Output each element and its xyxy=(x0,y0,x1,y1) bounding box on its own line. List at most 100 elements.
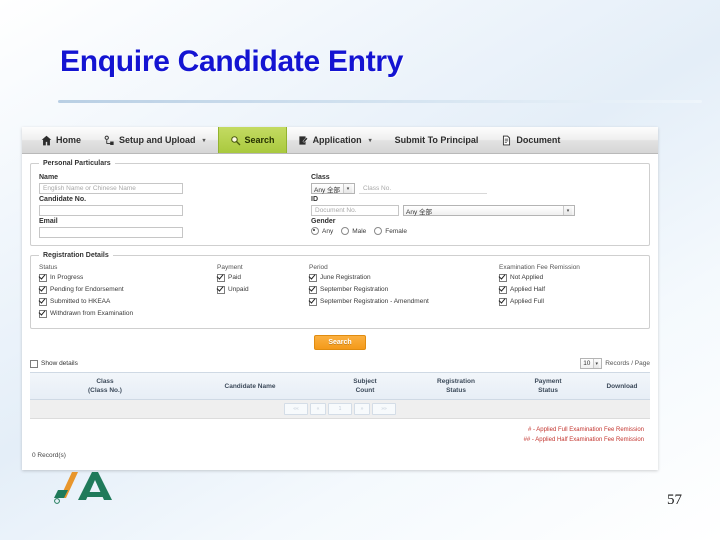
exam-fee-remission-group: Examination Fee Remission Not Applied Ap… xyxy=(499,264,641,321)
records-per-page-value: 10 xyxy=(583,360,591,367)
column-header-payment-main: Payment xyxy=(534,378,562,385)
gender-label-male: Male xyxy=(352,227,367,235)
label-applied-full: Applied Full xyxy=(510,298,544,305)
checkbox-row-unpaid[interactable]: Unpaid xyxy=(217,285,309,295)
checkbox-row-paid[interactable]: Paid xyxy=(217,273,309,283)
personal-particulars-right-column: Class Any 全部 ▾ Class No. ID Document No. xyxy=(311,172,641,238)
document-no-input[interactable]: Document No. xyxy=(311,205,399,216)
label-september-registration: September Registration xyxy=(320,286,389,293)
checkbox-pending-for-endorsement[interactable] xyxy=(39,286,47,294)
nav-item-document[interactable]: Document xyxy=(490,127,572,153)
checkbox-row-september-registration-amendment[interactable]: September Registration - Amendment xyxy=(309,297,499,307)
checkbox-applied-half[interactable] xyxy=(499,286,507,294)
checkbox-applied-full[interactable] xyxy=(499,298,507,306)
pagination-bar: «« « 1 » »» xyxy=(30,400,650,419)
nav-label-home: Home xyxy=(56,135,82,145)
column-header-payment-status[interactable]: Payment Status xyxy=(502,377,594,395)
records-per-page-select[interactable]: 10 ▾ xyxy=(580,358,603,369)
name-label: Name xyxy=(39,174,59,181)
show-details-checkbox[interactable] xyxy=(30,359,38,368)
checkbox-september-registration[interactable] xyxy=(309,286,317,294)
chevron-down-icon-records-per-page: ▾ xyxy=(593,359,600,368)
name-input[interactable]: English Name or Chinese Name xyxy=(39,183,183,194)
status-group: Status In Progress Pending for Endorseme… xyxy=(39,264,217,321)
checkbox-not-applied[interactable] xyxy=(499,274,507,282)
chevron-down-icon-application: ▾ xyxy=(368,137,372,144)
checkbox-row-submitted-to-hkeaa[interactable]: Submitted to HKEAA xyxy=(39,297,217,307)
home-icon xyxy=(41,135,52,146)
nav-item-submit-to-principal[interactable]: Submit To Principal xyxy=(384,127,491,153)
class-no-input[interactable]: Class No. xyxy=(359,183,487,194)
checkbox-row-pending-for-endorsement[interactable]: Pending for Endorsement xyxy=(39,285,217,295)
app-body: Personal Particulars Name English Name o… xyxy=(22,154,658,459)
id-type-select-value: Any 全部 xyxy=(406,208,433,216)
checkbox-row-applied-full[interactable]: Applied Full xyxy=(499,297,641,307)
checkbox-in-progress[interactable] xyxy=(39,274,47,282)
label-june-registration: June Registration xyxy=(320,274,371,281)
application-screenshot: Home Setup and Upload ▾ Search Applicati… xyxy=(22,127,658,470)
magnifier-icon xyxy=(230,135,241,146)
column-header-registration-status[interactable]: Registration Status xyxy=(410,377,502,395)
column-header-registration-main: Registration xyxy=(437,378,475,385)
column-header-class[interactable]: Class (Class No.) xyxy=(30,377,180,395)
id-label: ID xyxy=(311,196,318,203)
checkbox-paid[interactable] xyxy=(217,274,225,282)
column-header-subject-main: Subject xyxy=(353,378,377,385)
column-header-subject-count[interactable]: Subject Count xyxy=(320,377,410,395)
column-header-candidate-name[interactable]: Candidate Name xyxy=(180,382,320,391)
checkbox-row-withdrawn-from-examination[interactable]: Withdrawn from Examination xyxy=(39,309,217,319)
status-group-title: Status xyxy=(39,264,58,271)
checkbox-row-june-registration[interactable]: June Registration xyxy=(309,273,499,283)
pager-page-1[interactable]: 1 xyxy=(328,403,352,415)
main-navigation: Home Setup and Upload ▾ Search Applicati… xyxy=(22,127,658,154)
search-button[interactable]: Search xyxy=(314,335,366,350)
pager-first-button[interactable]: «« xyxy=(284,403,308,415)
records-per-page-label: Records / Page xyxy=(605,360,650,367)
checkbox-september-registration-amendment[interactable] xyxy=(309,298,317,306)
label-in-progress: In Progress xyxy=(50,274,84,281)
class-select[interactable]: Any 全部 ▾ xyxy=(311,183,355,194)
label-withdrawn-from-examination: Withdrawn from Examination xyxy=(50,310,134,317)
gender-label-any: Any xyxy=(322,227,334,235)
pager-last-button[interactable]: »» xyxy=(372,403,396,415)
gender-radio-any[interactable] xyxy=(311,227,319,235)
show-details-control[interactable]: Show details xyxy=(30,359,78,368)
nav-item-setup-and-upload[interactable]: Setup and Upload ▾ xyxy=(93,127,218,153)
results-table-header: Class (Class No.) Candidate Name Subject… xyxy=(30,372,650,400)
gender-radio-female[interactable] xyxy=(374,227,383,235)
gender-radio-male[interactable] xyxy=(341,227,350,235)
id-type-select[interactable]: Any 全部 ▾ xyxy=(403,205,575,216)
label-september-registration-amendment: September Registration - Amendment xyxy=(320,298,429,305)
registration-details-panel: Registration Details Status In Progress … xyxy=(30,252,650,329)
registration-details-legend: Registration Details xyxy=(43,252,109,259)
checkbox-row-applied-half[interactable]: Applied Half xyxy=(499,285,641,295)
payment-group: Payment Paid Unpaid xyxy=(217,264,309,321)
pager-next-button[interactable]: » xyxy=(354,403,370,415)
checkbox-submitted-to-hkeaa[interactable] xyxy=(39,298,47,306)
label-applied-half: Applied Half xyxy=(510,286,546,293)
nav-item-application[interactable]: Application ▾ xyxy=(287,127,384,153)
label-pending-for-endorsement: Pending for Endorsement xyxy=(50,286,124,293)
checkbox-row-not-applied[interactable]: Not Applied xyxy=(499,273,641,283)
checkbox-unpaid[interactable] xyxy=(217,286,225,294)
email-input[interactable] xyxy=(39,227,183,238)
footnote-applied-full: # - Applied Full Examination Fee Remissi… xyxy=(527,427,644,433)
candidate-no-label: Candidate No. xyxy=(39,196,87,203)
nav-label-setup-and-upload: Setup and Upload xyxy=(119,135,196,145)
hkeaa-logo xyxy=(48,468,114,508)
setup-upload-icon xyxy=(104,135,115,146)
pager-prev-button[interactable]: « xyxy=(310,403,326,415)
nav-item-search[interactable]: Search xyxy=(217,127,287,153)
checkbox-row-in-progress[interactable]: In Progress xyxy=(39,273,217,283)
checkbox-june-registration[interactable] xyxy=(309,274,317,282)
show-details-label: Show details xyxy=(41,360,78,367)
footnote-applied-half: ## - Applied Half Examination Fee Remiss… xyxy=(523,437,644,443)
chevron-down-icon-setup: ▾ xyxy=(202,137,206,144)
nav-item-home[interactable]: Home xyxy=(30,127,93,153)
chevron-down-icon-class: ▾ xyxy=(343,184,352,193)
label-unpaid: Unpaid xyxy=(228,286,249,293)
payment-group-title: Payment xyxy=(217,264,243,271)
checkbox-withdrawn-from-examination[interactable] xyxy=(39,310,47,318)
candidate-no-input[interactable] xyxy=(39,205,183,216)
checkbox-row-september-registration[interactable]: September Registration xyxy=(309,285,499,295)
